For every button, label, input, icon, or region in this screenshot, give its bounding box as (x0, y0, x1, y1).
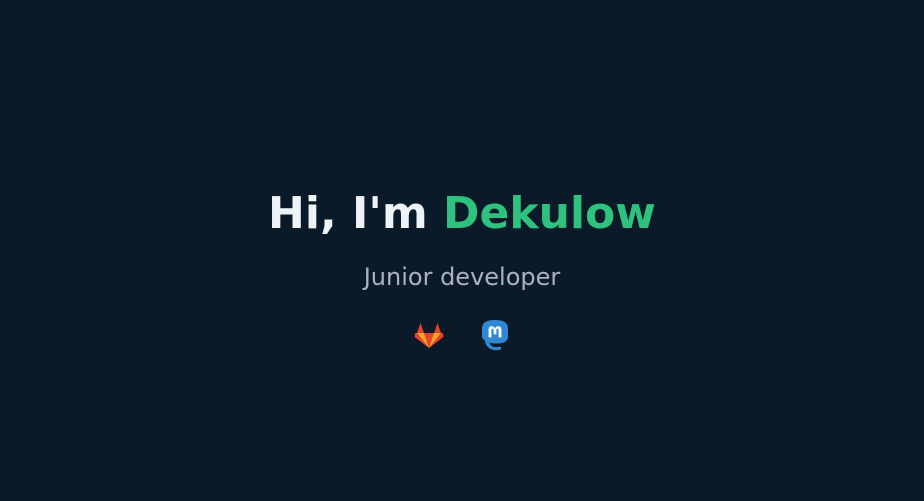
social-links (0, 319, 924, 351)
mastodon-icon (482, 320, 508, 351)
hero-section: Hi, I'm Dekulow Junior developer (0, 186, 924, 351)
gitlab-link[interactable] (414, 319, 444, 351)
gitlab-icon (414, 323, 444, 348)
page-title: Hi, I'm Dekulow (0, 186, 924, 242)
name-text: Dekulow (443, 188, 656, 239)
greeting-text: Hi, I'm (268, 188, 428, 239)
page: Hi, I'm Dekulow Junior developer (0, 0, 924, 501)
tagline: Junior developer (363, 263, 561, 291)
mastodon-link[interactable] (480, 319, 510, 351)
